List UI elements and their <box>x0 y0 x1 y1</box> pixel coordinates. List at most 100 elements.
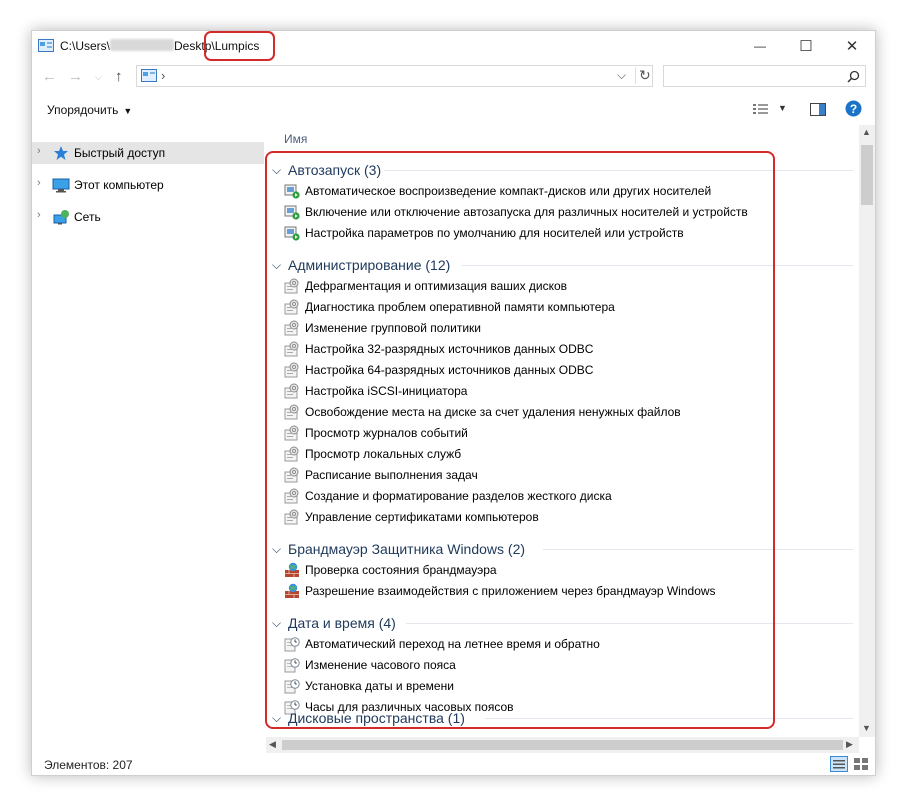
list-item[interactable]: Настройка параметров по умолчанию для но… <box>266 223 859 244</box>
admin-tools-icon <box>284 488 299 504</box>
details-view-icon[interactable] <box>830 756 848 772</box>
list-item[interactable]: Просмотр локальных служб <box>266 444 859 465</box>
group: ⌵ Автозапуск (3) Автоматическое воспроизве… <box>266 159 859 244</box>
address-bar[interactable]: › ⌵ ↻ <box>136 65 653 87</box>
list-item[interactable]: Проверка состояния брандмауэра <box>266 560 859 581</box>
group-separator <box>384 170 853 171</box>
group-title: Автозапуск (3) <box>288 162 382 178</box>
nav-item-this-pc[interactable]: › Этот компьютер <box>32 174 264 196</box>
nav-item-label: Быстрый доступ <box>74 146 166 160</box>
list-item[interactable]: Настройка 32-разрядных источников данных… <box>266 339 859 360</box>
view-options-icon[interactable] <box>753 103 769 116</box>
admin-tools-icon <box>284 320 299 336</box>
title-bar[interactable]: C:\Users\ Desktp\Lumpics — ☐ ✕ <box>32 31 875 61</box>
sort-ascending-icon: ⌃ <box>666 125 675 132</box>
group-separator <box>462 265 853 266</box>
item-count: Элементов: 207 <box>44 758 133 772</box>
maximize-button[interactable]: ☐ <box>783 31 829 61</box>
list-item-label: Освобождение места на диске за счет удал… <box>305 405 681 419</box>
list-item[interactable]: Разрешение взаимодействия с приложением … <box>266 581 859 602</box>
back-arrow-icon[interactable]: ← <box>42 68 57 85</box>
chevron-down-icon[interactable]: ⌵ <box>272 711 281 726</box>
chevron-down-icon[interactable]: ⌵ <box>272 542 281 557</box>
command-bar: Упорядочить ▼ ▼ ? <box>32 93 875 125</box>
blurred-username <box>110 39 175 51</box>
chevron-right-icon[interactable]: › <box>37 177 41 189</box>
minimize-button[interactable]: — <box>737 31 783 61</box>
scroll-left-icon[interactable]: ◀ <box>269 739 276 750</box>
admin-tools-icon <box>284 383 299 399</box>
firewall-icon <box>285 562 299 577</box>
list-item[interactable]: Дефрагментация и оптимизация ваших диско… <box>266 276 859 297</box>
list-item[interactable]: Управление сертификатами компьютеров <box>266 507 859 528</box>
list-item-label: Диагностика проблем оперативной памяти к… <box>305 300 615 314</box>
scroll-up-icon[interactable]: ▲ <box>862 127 871 137</box>
chevron-right-icon[interactable]: › <box>37 145 41 157</box>
admin-tools-icon <box>284 278 299 294</box>
list-item[interactable]: Настройка 64-разрядных источников данных… <box>266 360 859 381</box>
list-item-label: Настройка 32-разрядных источников данных… <box>305 342 594 356</box>
group: ⌵ Дисковые пространства (1) <box>266 707 859 729</box>
list-item[interactable]: Изменение часового пояса <box>266 655 859 676</box>
group: ⌵ Дата и время (4) Автоматический переход … <box>266 612 859 718</box>
list-item[interactable]: Настройка iSCSI-инициатора <box>266 381 859 402</box>
preview-pane-icon[interactable] <box>810 103 826 116</box>
view-dropdown-icon[interactable]: ▼ <box>778 103 787 113</box>
list-item[interactable]: Автоматический переход на летнее время и… <box>266 634 859 655</box>
chevron-down-icon[interactable]: ⌵ <box>272 163 281 178</box>
vertical-scroll-thumb[interactable] <box>861 145 873 205</box>
list-item[interactable]: Просмотр журналов событий <box>266 423 859 444</box>
list-item-label: Изменение часового пояса <box>305 658 456 672</box>
group-separator <box>406 623 853 624</box>
scroll-down-icon[interactable]: ▼ <box>862 723 871 733</box>
column-name-header[interactable]: Имя <box>284 132 307 146</box>
list-item-label: Автоматический переход на летнее время и… <box>305 637 600 651</box>
horizontal-scrollbar[interactable]: ◀ ▶ <box>266 737 859 753</box>
chevron-down-icon[interactable]: ⌵ <box>272 616 281 631</box>
admin-tools-icon <box>284 446 299 462</box>
list-item[interactable]: Освобождение места на диске за счет удал… <box>266 402 859 423</box>
clock-icon <box>284 679 300 694</box>
list-item[interactable]: Установка даты и времени <box>266 676 859 697</box>
path-separator-icon[interactable]: › <box>161 68 165 83</box>
column-header[interactable]: ⌃ Имя <box>266 125 859 146</box>
list-item[interactable]: Диагностика проблем оперативной памяти к… <box>266 297 859 318</box>
group-header[interactable]: ⌵ Администрирование (12) <box>266 254 859 276</box>
list-item[interactable]: Создание и форматирование разделов жестк… <box>266 486 859 507</box>
firewall-icon <box>285 583 299 598</box>
list-item[interactable]: Изменение групповой политики <box>266 318 859 339</box>
horizontal-scroll-thumb[interactable] <box>282 740 843 750</box>
forward-arrow-icon[interactable]: → <box>68 68 83 85</box>
title-highlight-frame <box>204 31 275 61</box>
chevron-right-icon[interactable]: › <box>37 209 41 221</box>
close-button[interactable]: ✕ <box>829 31 875 61</box>
history-chevron-icon[interactable]: ⌵ <box>95 72 102 83</box>
list-item-label: Настройка iSCSI-инициатора <box>305 384 468 398</box>
autoplay-icon <box>284 205 300 220</box>
nav-item-network[interactable]: › Сеть <box>32 206 264 228</box>
group-header[interactable]: ⌵ Автозапуск (3) <box>266 159 859 181</box>
up-arrow-icon[interactable]: ↑ <box>115 68 123 85</box>
address-dropdown-icon[interactable]: ⌵ <box>617 68 626 83</box>
group: ⌵ Брандмауэр Защитника Windows (2) Проверк… <box>266 538 859 602</box>
list-item-label: Разрешение взаимодействия с приложением … <box>305 584 716 598</box>
list-item-label: Управление сертификатами компьютеров <box>305 510 539 524</box>
list-item[interactable]: Автоматическое воспроизведение компакт-д… <box>266 181 859 202</box>
chevron-down-icon[interactable]: ⌵ <box>272 258 281 273</box>
content-area: › Быстрый доступ › Этот компьютер › Сеть… <box>32 125 875 753</box>
scroll-right-icon[interactable]: ▶ <box>846 739 853 750</box>
nav-item-quick-access[interactable]: › Быстрый доступ <box>32 142 264 164</box>
vertical-scrollbar[interactable]: ▲ ▼ <box>859 125 875 737</box>
refresh-icon[interactable]: ↻ <box>635 67 651 84</box>
group-header[interactable]: ⌵ Дата и время (4) <box>266 612 859 634</box>
group-header[interactable]: ⌵ Брандмауэр Защитника Windows (2) <box>266 538 859 560</box>
admin-tools-icon <box>284 362 299 378</box>
group-header[interactable]: ⌵ Дисковые пространства (1) <box>266 707 859 729</box>
large-icons-view-icon[interactable] <box>852 756 870 772</box>
list-item[interactable]: Расписание выполнения задач <box>266 465 859 486</box>
help-icon[interactable]: ? <box>845 100 862 117</box>
list-item[interactable]: Включение или отключение автозапуска для… <box>266 202 859 223</box>
organize-button[interactable]: Упорядочить ▼ <box>47 103 132 117</box>
autoplay-icon <box>284 184 300 199</box>
search-input[interactable] <box>663 65 866 87</box>
